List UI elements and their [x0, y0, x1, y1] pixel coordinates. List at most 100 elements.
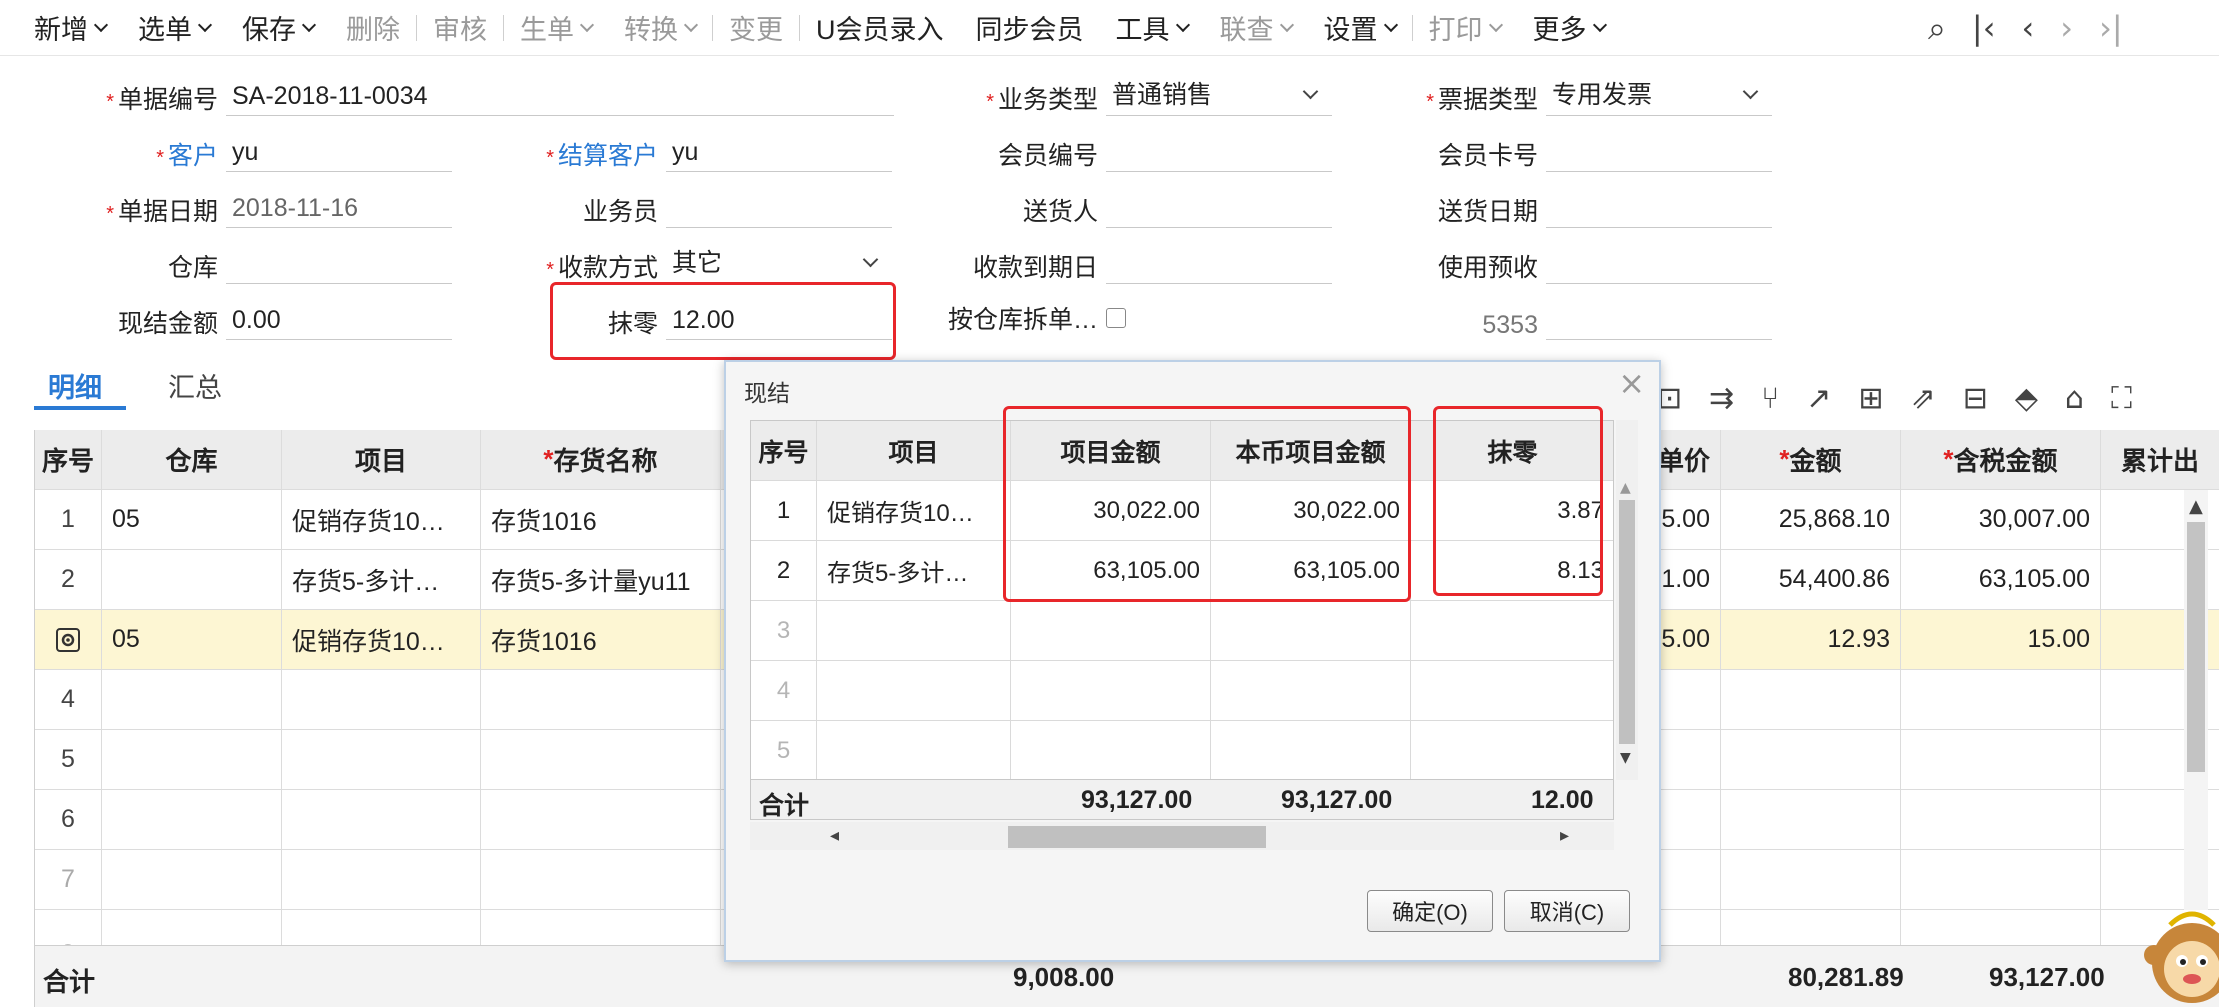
delete-button[interactable]: 删除 [330, 0, 416, 56]
due-date-input[interactable] [1106, 244, 1332, 284]
scroll-down-icon[interactable]: ▼ [1620, 750, 1631, 766]
link-query-button[interactable]: 联查 [1204, 0, 1308, 56]
record-navigation: ⌕ |‹ ‹ › ›| [1928, 0, 2123, 56]
payment-method-select[interactable]: 其它 [666, 244, 892, 284]
chevron-down-icon [579, 17, 595, 32]
settings-button[interactable]: 设置 [1308, 0, 1412, 56]
customer-input[interactable]: yu [226, 132, 452, 172]
grid-link-icon[interactable]: ⇉ [1709, 383, 1734, 415]
scroll-up-icon[interactable]: ▲ [2189, 496, 2203, 517]
customer-field: * 客户 yu [0, 132, 452, 172]
grid-chart-icon[interactable]: ↗ [1806, 383, 1831, 415]
convert-button[interactable]: 转换 [608, 0, 712, 56]
use-prepay-input[interactable] [1546, 244, 1772, 284]
chevron-down-icon [1383, 17, 1398, 32]
scrollbar-thumb[interactable] [1619, 500, 1635, 744]
cash-amount-field: 现结金额 0.00 [0, 300, 452, 340]
search-icon[interactable]: ⌕ [1928, 9, 1946, 48]
settle-customer-input[interactable]: yu [666, 132, 892, 172]
row-settings-icon[interactable] [35, 610, 102, 670]
generate-order-button[interactable]: 生单 [504, 0, 608, 56]
member-no-input[interactable] [1106, 132, 1332, 172]
cancel-button[interactable]: 取消(C) [1504, 890, 1630, 932]
delivery-date-field: 送货日期 [1340, 188, 1772, 228]
scrollbar-thumb[interactable] [1008, 826, 1266, 848]
tab-detail[interactable]: 明细 [48, 366, 102, 405]
tab-summary[interactable]: 汇总 [168, 366, 222, 405]
select-order-button[interactable]: 选单 [122, 0, 226, 56]
fullscreen-icon[interactable]: ⛶ [2111, 383, 2132, 415]
salesman-input[interactable] [666, 188, 892, 228]
col-header: * 含税金额 [1901, 430, 2101, 490]
scroll-left-icon[interactable]: ◂ [830, 825, 839, 846]
change-button[interactable]: 变更 [713, 0, 799, 56]
doc-no-field: * 单据编号 SA-2018-11-0034 [0, 76, 894, 116]
toolbar: 新增 选单 保存 删除 审核 生单 转换 变更 U会员录入 同步会员 工具 联查… [0, 0, 2219, 56]
col-header: 累计出 [2101, 430, 2219, 490]
grid-export-icon[interactable]: ⇗ [1911, 383, 1936, 415]
u-member-entry-button[interactable]: U会员录入 [800, 0, 960, 56]
invoice-type-select[interactable]: 专用发票 [1546, 76, 1772, 116]
split-by-warehouse-checkbox[interactable] [1106, 308, 1126, 328]
save-button[interactable]: 保存 [226, 0, 330, 56]
tab-active-indicator [34, 406, 126, 410]
chevron-down-icon [1175, 17, 1190, 32]
doc-date-input[interactable]: 2018-11-16 [226, 188, 452, 228]
scroll-right-icon[interactable]: ▸ [1560, 825, 1569, 846]
audit-button[interactable]: 审核 [417, 0, 503, 56]
deliverer-input[interactable] [1106, 188, 1332, 228]
grid-columns-icon[interactable]: ⊟ [1963, 383, 1988, 415]
grid-toolbar-icons: ⊡ ⇉ ⑂ ↗ ⊞ ⇗ ⊟ ⬘ ⌂ ⛶ [1657, 383, 2132, 415]
sync-member-button[interactable]: 同步会员 [960, 0, 1100, 56]
print-button[interactable]: 打印 [1413, 0, 1517, 56]
last-record-icon[interactable]: ›| [2099, 9, 2123, 47]
scrollbar-thumb[interactable] [2187, 522, 2205, 772]
close-icon[interactable]: × [1618, 364, 1645, 402]
grid-vertical-scrollbar[interactable]: ▲ [2184, 490, 2208, 910]
dialog-row[interactable]: 3 [751, 601, 1613, 661]
payment-method-field: * 收款方式 其它 [440, 244, 892, 284]
salesman-field: 业务员 [440, 188, 892, 228]
col-header: * 金额 [1721, 430, 1901, 490]
split-by-warehouse-field: 按仓库拆单… [900, 300, 1126, 336]
dialog-row[interactable]: 5 [751, 721, 1613, 781]
ok-button[interactable]: 确定(O) [1367, 890, 1493, 932]
scroll-up-icon[interactable]: ▲ [1620, 480, 1631, 496]
more-button[interactable]: 更多 [1517, 0, 1621, 56]
dialog-vertical-scrollbar[interactable]: ▲ ▼ [1616, 420, 1638, 780]
col-header: * 存货名称 [481, 430, 721, 490]
chevron-down-icon [1302, 83, 1319, 100]
doc-no-input[interactable]: SA-2018-11-0034 [226, 76, 894, 116]
next-record-icon[interactable]: › [2060, 9, 2073, 47]
first-record-icon[interactable]: |‹ [1972, 9, 1996, 47]
col-header: 序号 [35, 430, 102, 490]
chevron-down-icon [197, 17, 213, 32]
dialog-horizontal-scrollbar[interactable]: ◂ ▸ [750, 822, 1614, 850]
dialog-row[interactable]: 4 [751, 661, 1613, 721]
biz-type-select[interactable]: 普通销售 [1106, 76, 1332, 116]
grid-warehouse-icon[interactable]: ⌂ [2065, 383, 2084, 415]
biz-type-field: * 业务类型 普通销售 [900, 76, 1332, 116]
cash-amount-input[interactable]: 0.00 [226, 300, 452, 340]
tools-button[interactable]: 工具 [1100, 0, 1204, 56]
grid-tag-icon[interactable]: ⬘ [2015, 383, 2038, 415]
amount-columns-highlight-box [1003, 406, 1411, 602]
chevron-down-icon [1279, 17, 1294, 32]
chevron-down-icon [1592, 17, 1607, 32]
gear-icon [56, 627, 80, 652]
member-card-input[interactable] [1546, 132, 1772, 172]
chevron-down-icon [301, 17, 317, 32]
number-5353-field: 5353 [1340, 300, 1772, 340]
use-prepay-field: 使用预收 [1340, 244, 1772, 284]
grid-split-icon[interactable]: ⑂ [1761, 383, 1779, 415]
monkey-mascot-icon[interactable] [2140, 893, 2219, 1007]
warehouse-input[interactable] [226, 244, 452, 284]
delivery-date-input[interactable] [1546, 188, 1772, 228]
rounding-highlight-box [550, 282, 896, 360]
member-no-field: 会员编号 [900, 132, 1332, 172]
new-button[interactable]: 新增 [18, 0, 122, 56]
invoice-type-field: * 票据类型 专用发票 [1340, 76, 1772, 116]
prev-record-icon[interactable]: ‹ [2022, 9, 2035, 47]
grid-layout-icon[interactable]: ⊞ [1858, 383, 1883, 415]
number-5353-input[interactable] [1546, 300, 1772, 340]
